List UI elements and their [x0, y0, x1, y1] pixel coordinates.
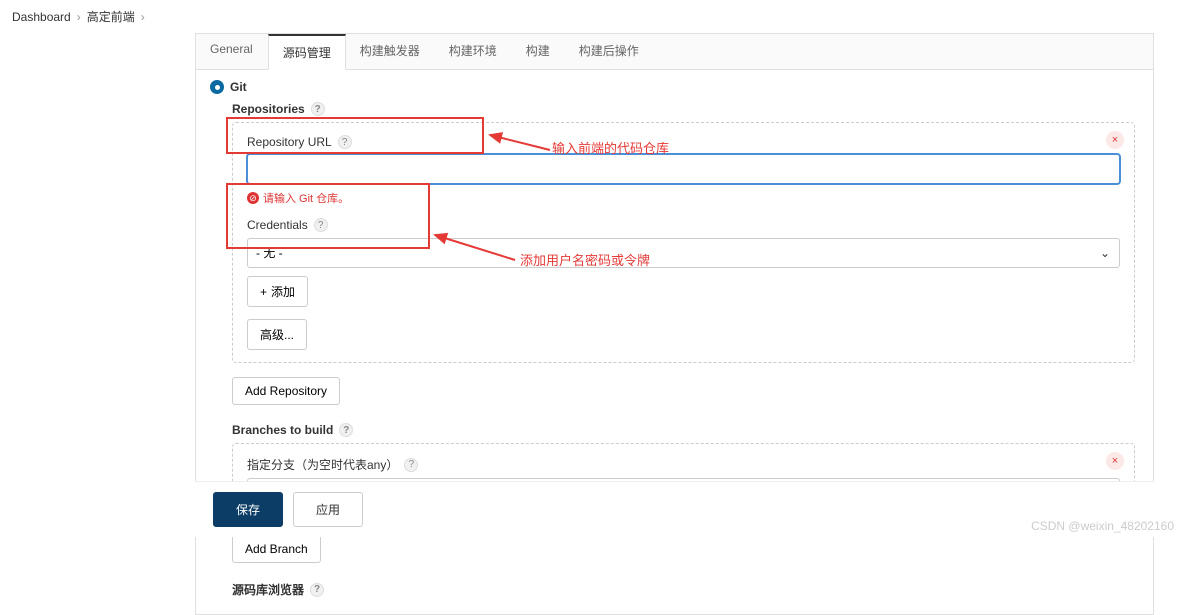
breadcrumb-item-dashboard[interactable]: Dashboard	[12, 10, 71, 24]
git-label: Git	[230, 80, 247, 94]
config-tabs: General 源码管理 构建触发器 构建环境 构建 构建后操作	[196, 34, 1153, 70]
breadcrumb: Dashboard › 高定前端 ›	[0, 0, 1184, 33]
plus-icon: +	[260, 285, 267, 299]
repo-url-input[interactable]	[247, 154, 1120, 184]
tab-scm[interactable]: 源码管理	[268, 34, 346, 70]
add-branch-button[interactable]: Add Branch	[232, 535, 321, 563]
action-bar: 保存 应用	[195, 481, 1154, 537]
repo-url-error: ⊘ 请输入 Git 仓库。	[247, 190, 1120, 206]
help-icon[interactable]: ?	[404, 458, 418, 472]
scm-git-option[interactable]: Git	[210, 80, 1135, 94]
branches-label: Branches to build ?	[232, 423, 1135, 437]
close-icon[interactable]: ×	[1106, 131, 1124, 149]
breadcrumb-item-project[interactable]: 高定前端	[87, 8, 135, 25]
error-icon: ⊘	[247, 192, 259, 204]
repository-block: × Repository URL ? ⊘ 请输入 Git 仓库。 Credent…	[232, 122, 1135, 363]
radio-selected-icon	[210, 80, 224, 94]
add-repository-button[interactable]: Add Repository	[232, 377, 340, 405]
help-icon[interactable]: ?	[338, 135, 352, 149]
save-button[interactable]: 保存	[213, 492, 283, 527]
chevron-right-icon: ›	[141, 10, 145, 24]
watermark: CSDN @weixin_48202160	[1031, 519, 1174, 533]
add-credentials-button[interactable]: + 添加	[247, 276, 308, 307]
chevron-right-icon: ›	[77, 10, 81, 24]
branch-spec-label: 指定分支（为空时代表any） ?	[247, 456, 1120, 473]
close-icon[interactable]: ×	[1106, 452, 1124, 470]
tab-post[interactable]: 构建后操作	[565, 34, 654, 69]
tab-general[interactable]: General	[196, 34, 268, 69]
advanced-button[interactable]: 高级...	[247, 319, 307, 350]
help-icon[interactable]: ?	[310, 583, 324, 597]
credentials-select[interactable]: - 无 -	[247, 238, 1120, 268]
repo-url-label: Repository URL ?	[247, 135, 1120, 149]
help-icon[interactable]: ?	[339, 423, 353, 437]
apply-button[interactable]: 应用	[293, 492, 363, 527]
credentials-label: Credentials ?	[247, 218, 1120, 232]
repo-browser-label: 源码库浏览器 ?	[232, 581, 1135, 598]
help-icon[interactable]: ?	[314, 218, 328, 232]
tab-env[interactable]: 构建环境	[435, 34, 512, 69]
tab-triggers[interactable]: 构建触发器	[346, 34, 435, 69]
tab-build[interactable]: 构建	[512, 34, 565, 69]
help-icon[interactable]: ?	[311, 102, 325, 116]
repositories-label: Repositories ?	[232, 102, 1135, 116]
